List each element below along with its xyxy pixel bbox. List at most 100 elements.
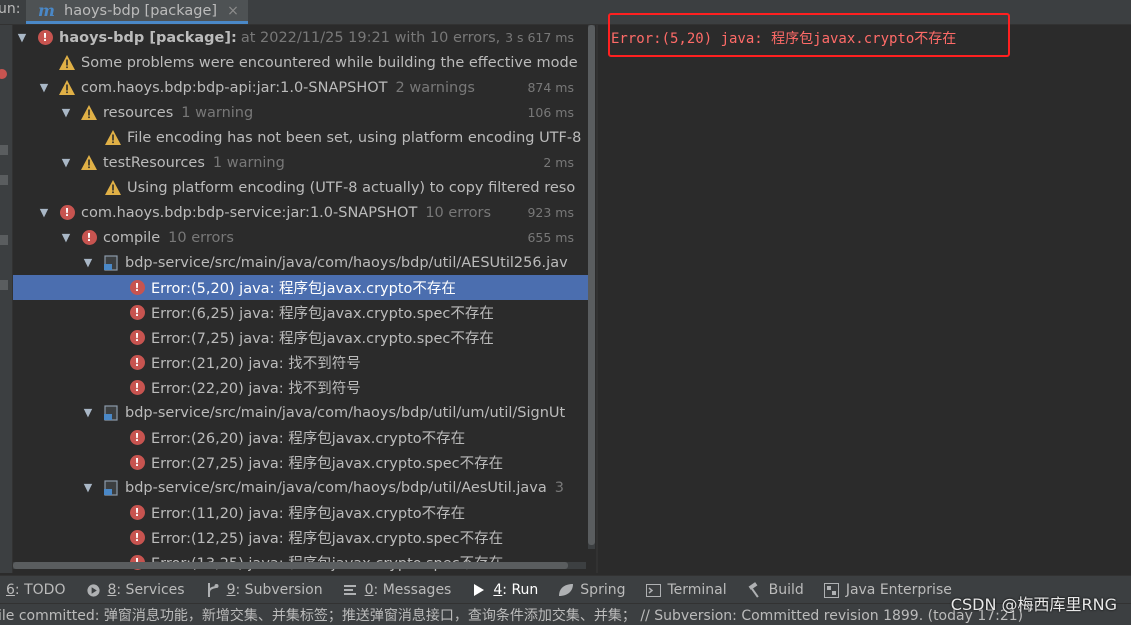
error-icon: ! <box>129 355 145 370</box>
tool-window-todo[interactable]: 6: TODO <box>0 576 65 604</box>
scrollbar-thumb[interactable] <box>13 562 568 569</box>
tool-window-build[interactable]: Build <box>747 576 804 604</box>
tree-row-error[interactable]: ! Error:(26,20) java: 程序包javax.crypto不存在 <box>13 425 595 450</box>
tree-row-error[interactable]: ! Error:(7,25) java: 程序包javax.crypto.spe… <box>13 325 595 350</box>
tool-window-subversion[interactable]: 9: Subversion <box>205 576 323 604</box>
chevron-down-icon[interactable]: ▼ <box>59 231 73 244</box>
chevron-down-icon[interactable]: ▼ <box>59 156 73 169</box>
tree-row-error[interactable]: ! Error:(12,25) java: 程序包javax.crypto.sp… <box>13 525 595 550</box>
tree-row-error[interactable]: ! Error:(6,25) java: 程序包javax.crypto.spe… <box>13 300 595 325</box>
error-icon: ! <box>129 280 145 295</box>
error-icon: ! <box>129 455 145 470</box>
duration: 3 s 617 ms <box>501 25 574 50</box>
tree-row-testresources[interactable]: ▼ testResources 1 warning 2 ms <box>13 150 595 175</box>
root-detail: at 2022/11/25 19:21 with 10 errors, 3 <box>240 29 515 46</box>
tool-window-terminal[interactable]: Terminal <box>645 576 727 604</box>
file-path: bdp-service/src/main/java/com/haoys/bdp/… <box>125 254 568 271</box>
tree-row-error-selected[interactable]: ! Error:(5,20) java: 程序包javax.crypto不存在 <box>13 275 595 300</box>
messages-icon <box>343 582 359 598</box>
error-icon: ! <box>129 330 145 345</box>
maven-icon: m <box>38 1 55 20</box>
chevron-down-icon[interactable]: ▼ <box>81 481 95 494</box>
console-output-panel[interactable]: Error:(5,20) java: 程序包javax.crypto不存在 <box>598 13 1131 573</box>
error-icon: ! <box>129 505 145 520</box>
chevron-down-icon[interactable]: ▼ <box>37 206 51 219</box>
tree-row-resources[interactable]: ▼ resources 1 warning 106 ms <box>13 100 595 125</box>
console-error-line[interactable]: Error:(5,20) java: 程序包javax.crypto不存在 <box>611 28 956 48</box>
task-label: testResources <box>103 154 205 171</box>
error-icon: ! <box>37 30 53 45</box>
warning-icon <box>59 80 75 96</box>
tree-row-compile[interactable]: ▼ ! compile 10 errors 655 ms <box>13 225 595 250</box>
chevron-down-icon[interactable]: ▼ <box>81 256 95 269</box>
gutter-marker[interactable] <box>0 145 8 155</box>
tool-window-spring[interactable]: Spring <box>558 576 625 604</box>
close-icon[interactable]: × <box>227 3 239 19</box>
error-message: Error:(11,20) java: 程序包javax.crypto不存在 <box>151 506 466 522</box>
chevron-down-icon[interactable]: ▼ <box>37 81 51 94</box>
hammer-icon <box>747 582 763 598</box>
error-message: Error:(27,25) java: 程序包javax.crypto.spec… <box>151 456 504 472</box>
warning-icon <box>81 105 97 121</box>
tree-row-warning[interactable]: Using platform encoding (UTF-8 actually)… <box>13 175 595 200</box>
duration: 923 ms <box>523 200 574 225</box>
warning-icon <box>81 155 97 171</box>
warning-icon <box>105 180 121 196</box>
error-message: Error:(12,25) java: 程序包javax.crypto.spec… <box>151 531 504 547</box>
tree-row-source-file[interactable]: ▼ bdp-service/src/main/java/com/haoys/bd… <box>13 400 595 425</box>
error-message: Error:(22,20) java: 找不到符号 <box>151 381 361 397</box>
file-path: bdp-service/src/main/java/com/haoys/bdp/… <box>125 479 547 496</box>
tree-row-api-module[interactable]: ▼ com.haoys.bdp:bdp-api:jar:1.0-SNAPSHOT… <box>13 75 595 100</box>
error-message: Error:(5,20) java: 程序包javax.crypto不存在 <box>151 281 456 297</box>
duration: 655 ms <box>523 225 574 250</box>
tree-row-error[interactable]: ! Error:(27,25) java: 程序包javax.crypto.sp… <box>13 450 595 475</box>
task-label: resources <box>103 104 174 121</box>
run-icon <box>471 582 487 598</box>
task-label: compile <box>103 229 161 246</box>
tool-window-messages[interactable]: 0: Messages <box>343 576 451 604</box>
warning-count: 1 warning <box>212 154 285 171</box>
duration: 106 ms <box>523 100 574 125</box>
vertical-scrollbar[interactable] <box>588 25 595 549</box>
tool-window-run[interactable]: 4: Run <box>471 576 538 604</box>
gutter-marker[interactable] <box>0 235 8 245</box>
warning-icon <box>59 55 75 71</box>
warning-count: 1 warning <box>181 104 254 121</box>
tree-row-service-module[interactable]: ▼ ! com.haoys.bdp:bdp-service:jar:1.0-SN… <box>13 200 595 225</box>
tree-root-row[interactable]: ▼ ! haoys-bdp [package]: at 2022/11/25 1… <box>13 25 595 50</box>
tool-window-java-enterprise[interactable]: Java Enterprise <box>824 576 952 604</box>
warning-message: Some problems were encountered while bui… <box>81 54 578 71</box>
module-label: com.haoys.bdp:bdp-service:jar:1.0-SNAPSH… <box>81 204 418 221</box>
horizontal-scrollbar[interactable] <box>13 562 586 569</box>
java-ee-icon <box>824 582 840 598</box>
error-message: Error:(7,25) java: 程序包javax.crypto.spec不… <box>151 331 494 347</box>
error-count: 10 errors <box>168 229 234 246</box>
tool-window-services[interactable]: 8: Services <box>85 576 185 604</box>
tree-row-error[interactable]: ! Error:(11,20) java: 程序包javax.crypto不存在 <box>13 500 595 525</box>
error-indicator-icon[interactable] <box>0 69 7 79</box>
file-path: bdp-service/src/main/java/com/haoys/bdp/… <box>125 404 566 421</box>
warning-message: File encoding has not been set, using pl… <box>127 129 582 146</box>
spring-leaf-icon <box>558 582 574 598</box>
gutter-marker[interactable] <box>0 175 8 185</box>
tree-row-warning[interactable]: Some problems were encountered while bui… <box>13 50 595 75</box>
error-icon: ! <box>81 230 97 245</box>
build-tree: ▼ ! haoys-bdp [package]: at 2022/11/25 1… <box>13 25 595 573</box>
gutter-marker[interactable] <box>0 280 8 290</box>
status-message[interactable]: ile committed: 弹窗消息功能，新增交集、并集标签；推送弹窗消息接口… <box>0 605 1023 625</box>
tree-row-error[interactable]: ! Error:(21,20) java: 找不到符号 <box>13 350 595 375</box>
chevron-down-icon[interactable]: ▼ <box>59 106 73 119</box>
chevron-down-icon[interactable]: ▼ <box>81 406 95 419</box>
java-file-icon <box>103 404 119 421</box>
tree-row-source-file[interactable]: ▼ bdp-service/src/main/java/com/haoys/bd… <box>13 475 595 500</box>
tab-haoys-bdp-package[interactable]: m haoys-bdp [package] × <box>26 0 248 24</box>
chevron-down-icon[interactable]: ▼ <box>15 31 29 44</box>
error-message: Error:(26,20) java: 程序包javax.crypto不存在 <box>151 431 466 447</box>
duration: 2 ms <box>539 150 574 175</box>
error-icon: ! <box>129 530 145 545</box>
tree-row-source-file[interactable]: ▼ bdp-service/src/main/java/com/haoys/bd… <box>13 250 595 275</box>
error-icon: ! <box>59 205 75 220</box>
tree-row-warning[interactable]: File encoding has not been set, using pl… <box>13 125 595 150</box>
scrollbar-thumb[interactable] <box>588 25 595 545</box>
tree-row-error[interactable]: ! Error:(22,20) java: 找不到符号 <box>13 375 595 400</box>
